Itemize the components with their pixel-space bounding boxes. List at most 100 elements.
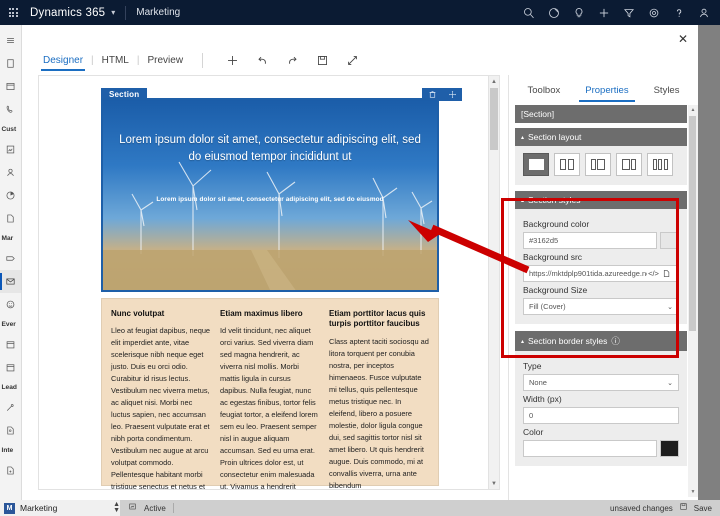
layout-option-three-columns[interactable] <box>647 153 673 176</box>
add-icon[interactable] <box>598 7 610 19</box>
leads-icon[interactable] <box>0 396 21 419</box>
code-icon[interactable]: </> <box>647 266 660 281</box>
scrollbar-thumb[interactable] <box>689 116 696 331</box>
section-layout-header[interactable]: ▴ Section layout <box>515 128 687 146</box>
layout-option-two-columns-narrow-wide[interactable] <box>585 153 611 176</box>
event-calendar-icon[interactable] <box>0 356 21 379</box>
calls-icon[interactable] <box>0 98 21 121</box>
layout-option-one-column[interactable] <box>523 153 549 176</box>
tab-html[interactable]: HTML <box>97 53 134 68</box>
expand-icon[interactable] <box>337 49 367 71</box>
record-icon[interactable] <box>128 502 137 514</box>
scroll-down-icon[interactable]: ▼ <box>489 478 499 489</box>
app-logo-icon: M <box>4 502 15 514</box>
hamburger-icon[interactable] <box>0 29 21 52</box>
save-icon[interactable] <box>307 49 337 71</box>
voice-icon[interactable] <box>0 293 21 316</box>
layout-option-two-columns-wide-narrow[interactable] <box>616 153 642 176</box>
account-icon[interactable] <box>698 7 710 19</box>
chevron-down-icon[interactable]: ▾ <box>111 8 115 17</box>
journeys-icon[interactable] <box>0 247 21 270</box>
canvas-scrollbar[interactable]: ▲ ▼ <box>488 75 500 490</box>
move-icon[interactable] <box>448 90 457 99</box>
help-icon[interactable] <box>673 7 685 19</box>
three-column-text-block[interactable]: Nunc volutpat Lleo at feugiat dapibus, n… <box>101 298 439 489</box>
redo-icon[interactable] <box>277 49 307 71</box>
color-swatch-button[interactable] <box>660 232 679 249</box>
background-size-label: Background Size <box>523 285 588 295</box>
edit-icon[interactable] <box>548 7 560 19</box>
events-icon[interactable] <box>0 333 21 356</box>
close-icon[interactable]: ✕ <box>673 29 693 49</box>
background-color-input[interactable]: #3162d5 <box>523 232 658 249</box>
layout-option-two-equal-columns[interactable] <box>554 153 580 176</box>
border-color-input[interactable] <box>523 440 658 457</box>
status-details: Active unsaved changes Save <box>120 500 720 516</box>
toolbar-divider <box>202 52 204 68</box>
scroll-up-icon[interactable]: ▲ <box>688 105 698 115</box>
updown-chevron-icon[interactable]: ▲ ▼ <box>113 501 120 514</box>
section-styles-header[interactable]: ▴ Section styles <box>515 191 687 209</box>
background-size-select[interactable]: Fill (Cover) ⌄ <box>523 298 679 315</box>
scroll-down-icon[interactable]: ▼ <box>688 487 698 497</box>
section-selection-outline <box>101 98 439 292</box>
properties-panel: Toolbox Properties Styles [Section] ▴ Se… <box>508 75 698 500</box>
text-column[interactable]: Nunc volutpat Lleo at feugiat dapibus, n… <box>111 309 211 489</box>
save-icon[interactable] <box>679 502 688 514</box>
border-type-value: None <box>529 378 547 387</box>
caret-icon: ▴ <box>521 134 525 141</box>
save-button[interactable]: Save <box>694 504 712 513</box>
scroll-up-icon[interactable]: ▲ <box>489 76 499 87</box>
column-heading: Etiam porttitor lacus quis turpis portti… <box>329 309 426 329</box>
text-column[interactable]: Etiam maximus libero Id velit tincidunt,… <box>220 309 320 489</box>
email-canvas[interactable]: Section Lorem ipsum dolor sit amet, cons… <box>38 75 498 490</box>
border-color-swatch[interactable] <box>660 440 679 457</box>
section-border-styles-header[interactable]: ▴ Section border styles ⓘ <box>515 331 687 351</box>
section-border-styles-body: Type None ⌄ Width (px) 0 Color <box>515 351 687 466</box>
waffle-icon[interactable] <box>0 8 26 17</box>
add-icon[interactable] <box>217 49 247 71</box>
internal-icon[interactable] <box>0 459 21 482</box>
segments-icon[interactable] <box>0 184 21 207</box>
lightbulb-icon[interactable] <box>573 7 585 19</box>
text-column[interactable]: Etiam porttitor lacus quis turpis portti… <box>329 309 429 489</box>
tab-toolbox[interactable]: Toolbox <box>524 82 565 99</box>
column-heading: Nunc volutpat <box>111 309 165 318</box>
sidebar-item-email[interactable] <box>0 270 21 293</box>
recent-icon[interactable] <box>0 52 21 75</box>
properties-tabs: Toolbox Properties Styles <box>509 75 698 102</box>
caret-icon: ▴ <box>521 338 525 345</box>
settings-icon[interactable] <box>648 7 660 19</box>
accounts-icon[interactable] <box>0 138 21 161</box>
scrollbar-thumb[interactable] <box>490 88 498 150</box>
sidebar-rail: Cust Mar Ever Lead Inte <box>0 25 22 500</box>
hero-section[interactable]: Lorem ipsum dolor sit amet, consectetur … <box>101 98 439 292</box>
border-type-select[interactable]: None ⌄ <box>523 374 679 391</box>
pinned-icon[interactable] <box>0 75 21 98</box>
browse-file-icon[interactable] <box>660 266 673 281</box>
contacts-icon[interactable] <box>0 161 21 184</box>
border-width-input[interactable]: 0 <box>523 407 679 424</box>
tab-properties[interactable]: Properties <box>579 82 635 102</box>
undo-icon[interactable] <box>247 49 277 71</box>
scoring-icon[interactable] <box>0 419 21 442</box>
filter-icon[interactable] <box>623 7 635 19</box>
column-body: Id velit tincidunt, nec aliquet orci var… <box>220 326 318 490</box>
section-border-styles-title: Section border styles <box>528 336 608 346</box>
properties-scrollbar[interactable]: ▲ ▼ <box>688 105 698 497</box>
tab-styles[interactable]: Styles <box>650 82 684 99</box>
info-icon[interactable]: ⓘ <box>611 335 620 347</box>
search-icon[interactable] <box>523 7 535 19</box>
pages-icon[interactable] <box>0 207 21 230</box>
status-app-selector[interactable]: M Marketing ▲ ▼ <box>0 500 120 516</box>
app-name-label: Marketing <box>136 7 181 18</box>
sidebar-group-label: Lead <box>1 384 17 391</box>
background-src-input[interactable]: https://mktdplp901tida.azureedge.net/c <… <box>523 265 679 282</box>
background-src-value: https://mktdplp901tida.azureedge.net/c <box>529 269 647 278</box>
sidebar-group-label: Mar <box>1 235 14 242</box>
toolbar-separator: | <box>91 54 94 66</box>
tab-preview[interactable]: Preview <box>142 53 188 68</box>
status-right-actions: unsaved changes Save <box>610 502 712 514</box>
selected-element-label: [Section] <box>515 105 687 123</box>
tab-designer[interactable]: Designer <box>38 53 88 71</box>
